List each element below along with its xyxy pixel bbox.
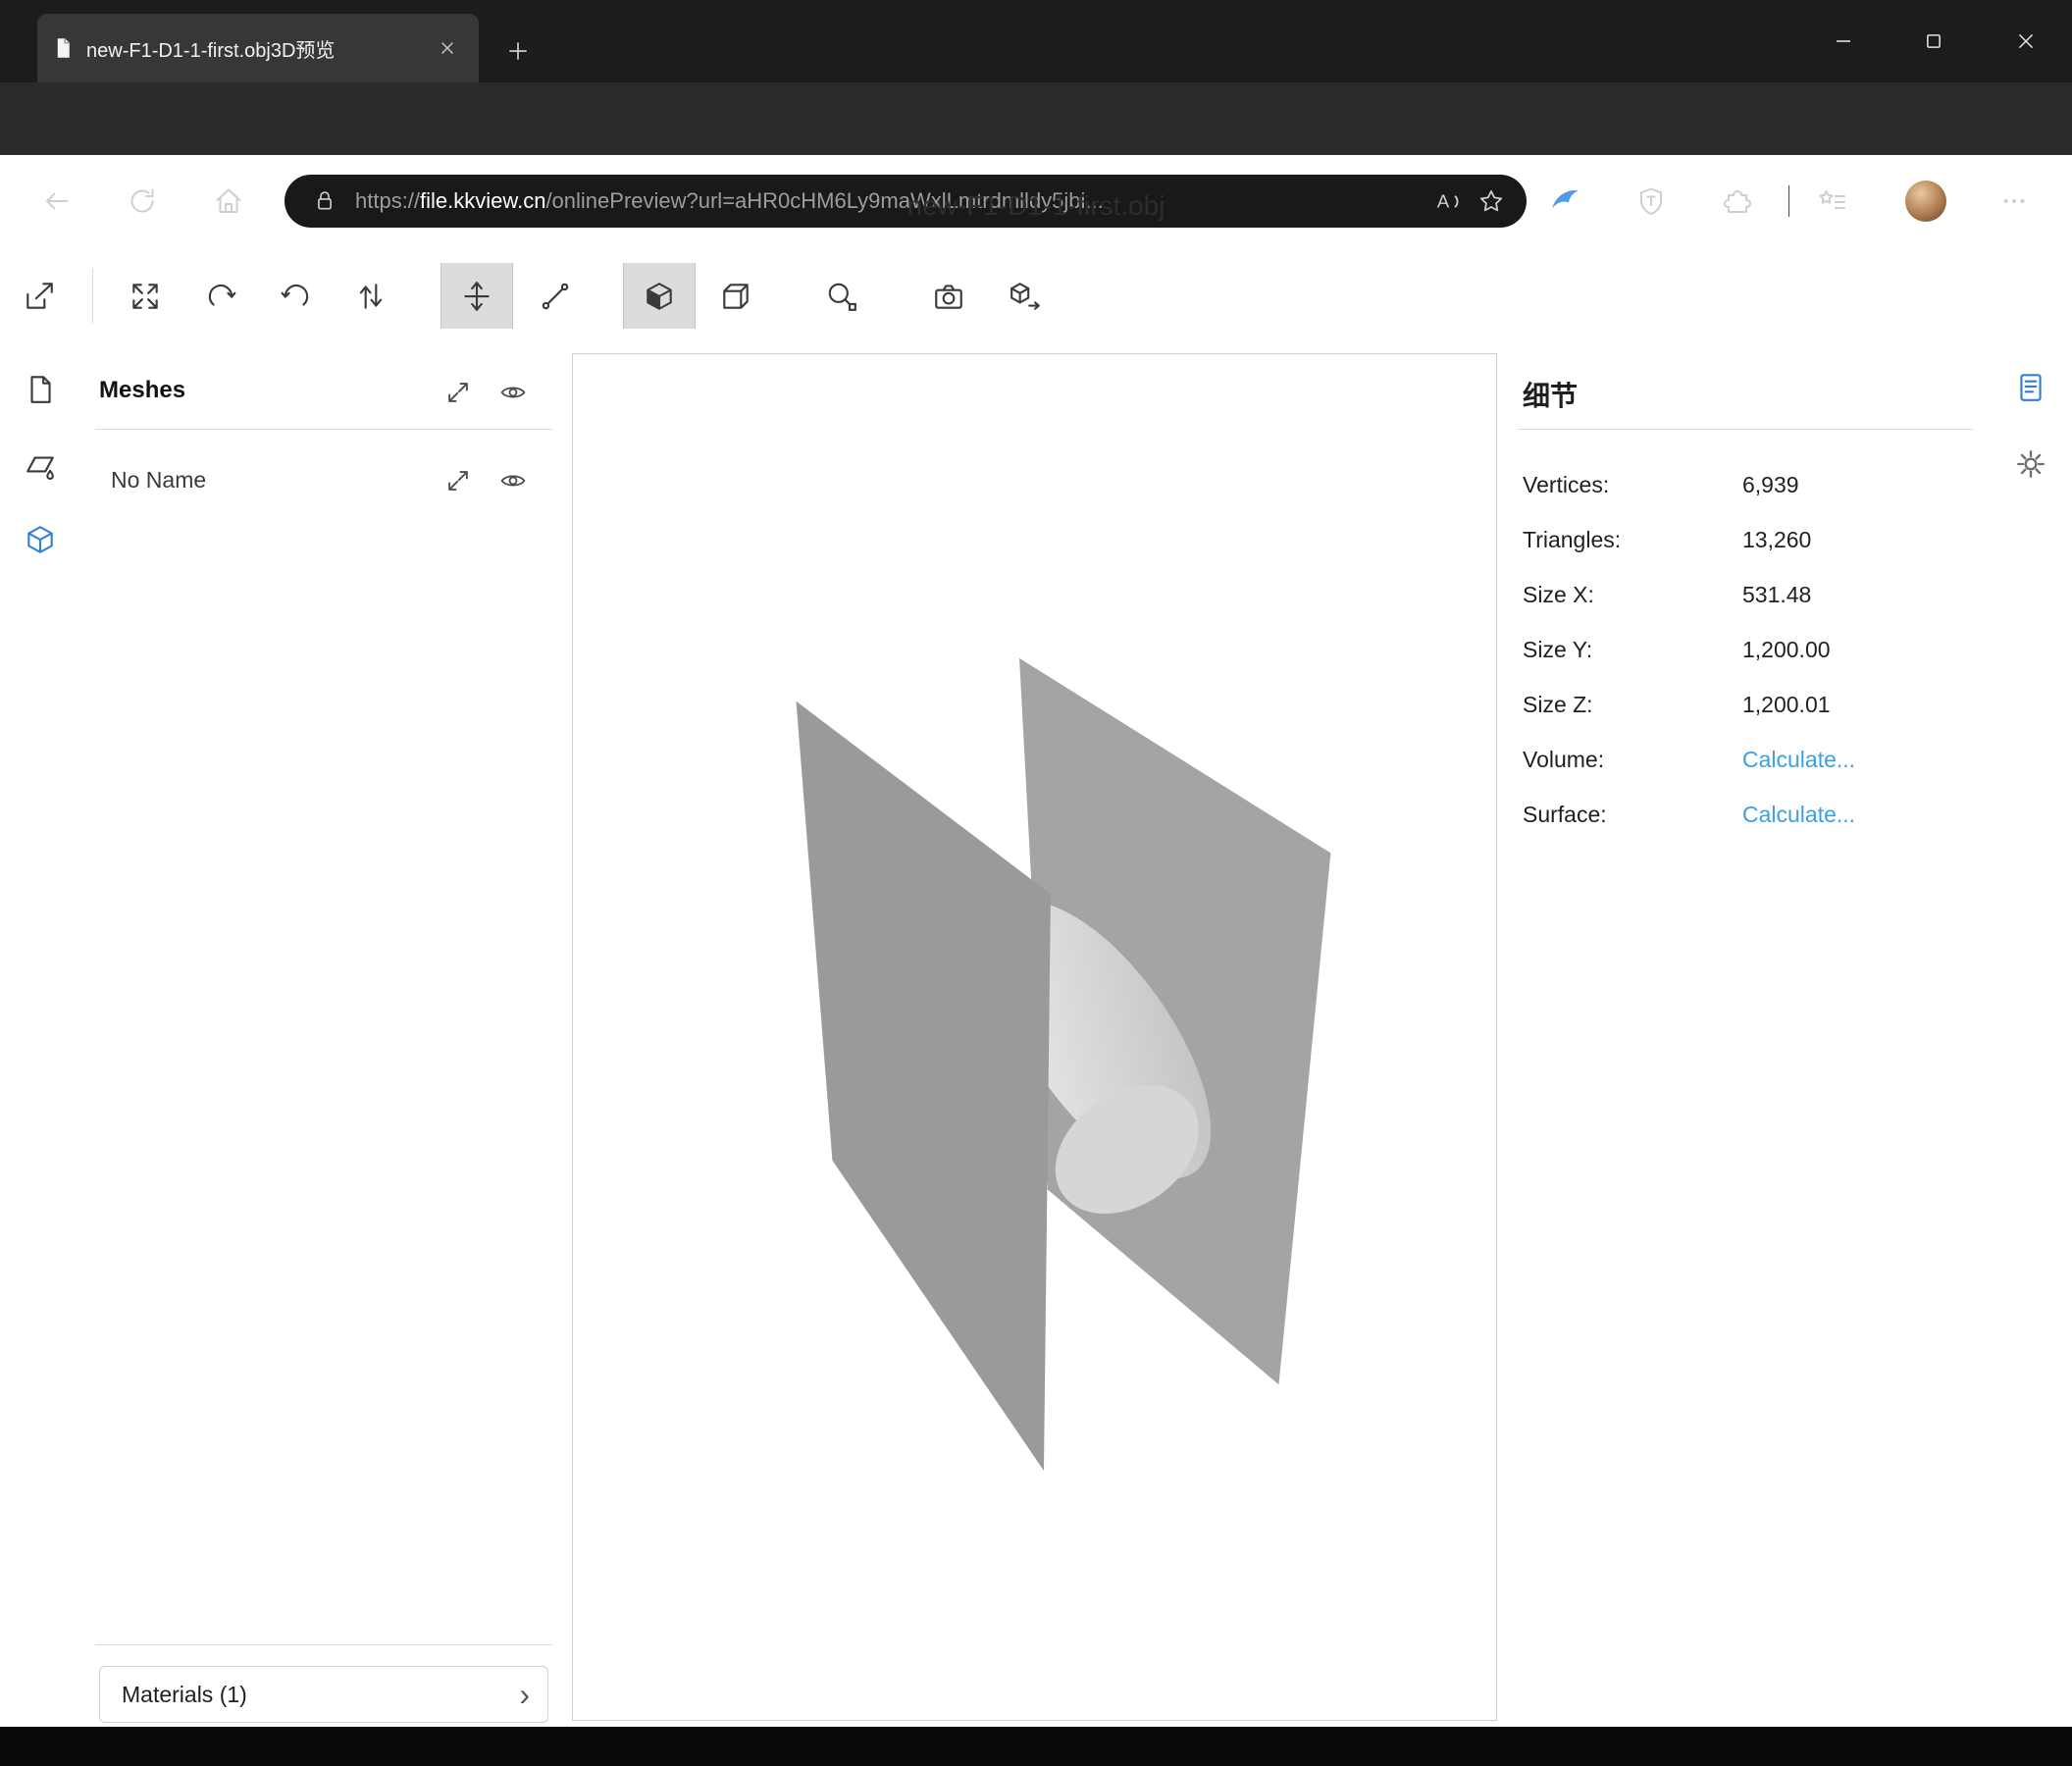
window-close-button[interactable] bbox=[1995, 0, 2056, 82]
perspective-view-button[interactable] bbox=[623, 263, 696, 329]
rotate-left-button[interactable] bbox=[184, 263, 257, 329]
navbar: https://file.kkview.cn/onlinePreview?url… bbox=[0, 82, 2072, 155]
detail-row-size-y: Size Y: 1,200.00 bbox=[1523, 622, 1974, 677]
details-header-divider bbox=[1518, 429, 1973, 430]
detail-label: Size Y: bbox=[1523, 637, 1742, 663]
titlebar: new-F1-D1-1-first.obj3D预览 bbox=[0, 0, 2072, 82]
window-minimize-button[interactable] bbox=[1813, 0, 1874, 82]
detail-value: 1,200.01 bbox=[1742, 692, 1831, 718]
screenshot-button[interactable] bbox=[912, 263, 985, 329]
detail-row-vertices: Vertices: 6,939 bbox=[1523, 457, 1974, 512]
detail-label: Vertices: bbox=[1523, 472, 1742, 498]
detail-value: 1,200.00 bbox=[1742, 637, 1831, 663]
browser-tab[interactable]: new-F1-D1-1-first.obj3D预览 bbox=[37, 14, 479, 82]
detail-label: Size X: bbox=[1523, 582, 1742, 608]
materials-button-label: Materials (1) bbox=[122, 1682, 247, 1708]
flip-vertical-button[interactable] bbox=[335, 263, 407, 329]
export-model-button[interactable] bbox=[989, 263, 1062, 329]
materials-icon[interactable] bbox=[22, 446, 59, 484]
tab-favicon-icon bbox=[51, 36, 75, 60]
details-list-icon[interactable] bbox=[2011, 368, 2050, 407]
details-header: 细节 bbox=[1523, 375, 1578, 414]
detail-label: Size Z: bbox=[1523, 692, 1742, 718]
details-rows: Vertices: 6,939 Triangles: 13,260 Size X… bbox=[1523, 457, 1974, 842]
toggle-all-visibility-eye-icon[interactable] bbox=[498, 378, 528, 407]
materials-button[interactable]: Materials (1) › bbox=[99, 1666, 548, 1723]
browser-window: new-F1-D1-1-first.obj3D预览 bbox=[0, 0, 2072, 1766]
rotate-right-button[interactable] bbox=[260, 263, 333, 329]
detail-value: 6,939 bbox=[1742, 472, 1799, 498]
new-tab-button[interactable] bbox=[496, 29, 540, 73]
window-maximize-button[interactable] bbox=[1903, 0, 1964, 82]
fit-mesh-icon[interactable] bbox=[443, 466, 473, 495]
page-title: new-F1-D1-1-first.obj bbox=[0, 190, 2072, 222]
detail-row-size-x: Size X: 531.48 bbox=[1523, 567, 1974, 622]
fit-view-button[interactable] bbox=[109, 263, 181, 329]
tab-title: new-F1-D1-1-first.obj3D预览 bbox=[86, 34, 418, 63]
fit-all-meshes-icon[interactable] bbox=[443, 378, 473, 407]
chevron-right-icon: › bbox=[519, 1679, 530, 1710]
detail-label: Surface: bbox=[1523, 802, 1742, 828]
detail-row-volume: Volume: Calculate... bbox=[1523, 732, 1974, 787]
detail-row-surface: Surface: Calculate... bbox=[1523, 787, 1974, 842]
file-info-icon[interactable] bbox=[22, 371, 59, 408]
meshes-header: Meshes bbox=[99, 377, 185, 404]
bottom-bar bbox=[0, 1727, 2072, 1766]
calculate-surface-link[interactable]: Calculate... bbox=[1742, 802, 1855, 828]
settings-gear-icon[interactable] bbox=[2011, 444, 2050, 484]
measure-tool-button[interactable] bbox=[805, 263, 878, 329]
detail-value: 531.48 bbox=[1742, 582, 1811, 608]
model-cube-icon[interactable] bbox=[22, 521, 59, 558]
3d-viewport[interactable] bbox=[572, 353, 1497, 1721]
detail-row-triangles: Triangles: 13,260 bbox=[1523, 512, 1974, 567]
calculate-volume-link[interactable]: Calculate... bbox=[1742, 747, 1855, 773]
meshes-bottom-divider bbox=[95, 1644, 552, 1645]
detail-row-size-z: Size Z: 1,200.01 bbox=[1523, 677, 1974, 732]
meshes-header-divider bbox=[95, 429, 552, 430]
mesh-visibility-eye-icon[interactable] bbox=[498, 466, 528, 495]
detail-value: 13,260 bbox=[1742, 527, 1811, 553]
detail-label: Triangles: bbox=[1523, 527, 1742, 553]
model-left-plane bbox=[797, 701, 1051, 1471]
open-file-button[interactable] bbox=[3, 263, 76, 329]
3d-model-render bbox=[573, 354, 1496, 1720]
tab-close-icon[interactable] bbox=[430, 30, 465, 66]
line-tool-button[interactable] bbox=[519, 263, 592, 329]
detail-label: Volume: bbox=[1523, 747, 1742, 773]
toolbar-separator bbox=[92, 269, 93, 323]
orthographic-view-button[interactable] bbox=[699, 263, 772, 329]
move-tool-button[interactable] bbox=[440, 263, 513, 329]
mesh-item-name: No Name bbox=[111, 467, 206, 493]
viewer-toolbar bbox=[0, 263, 2072, 329]
